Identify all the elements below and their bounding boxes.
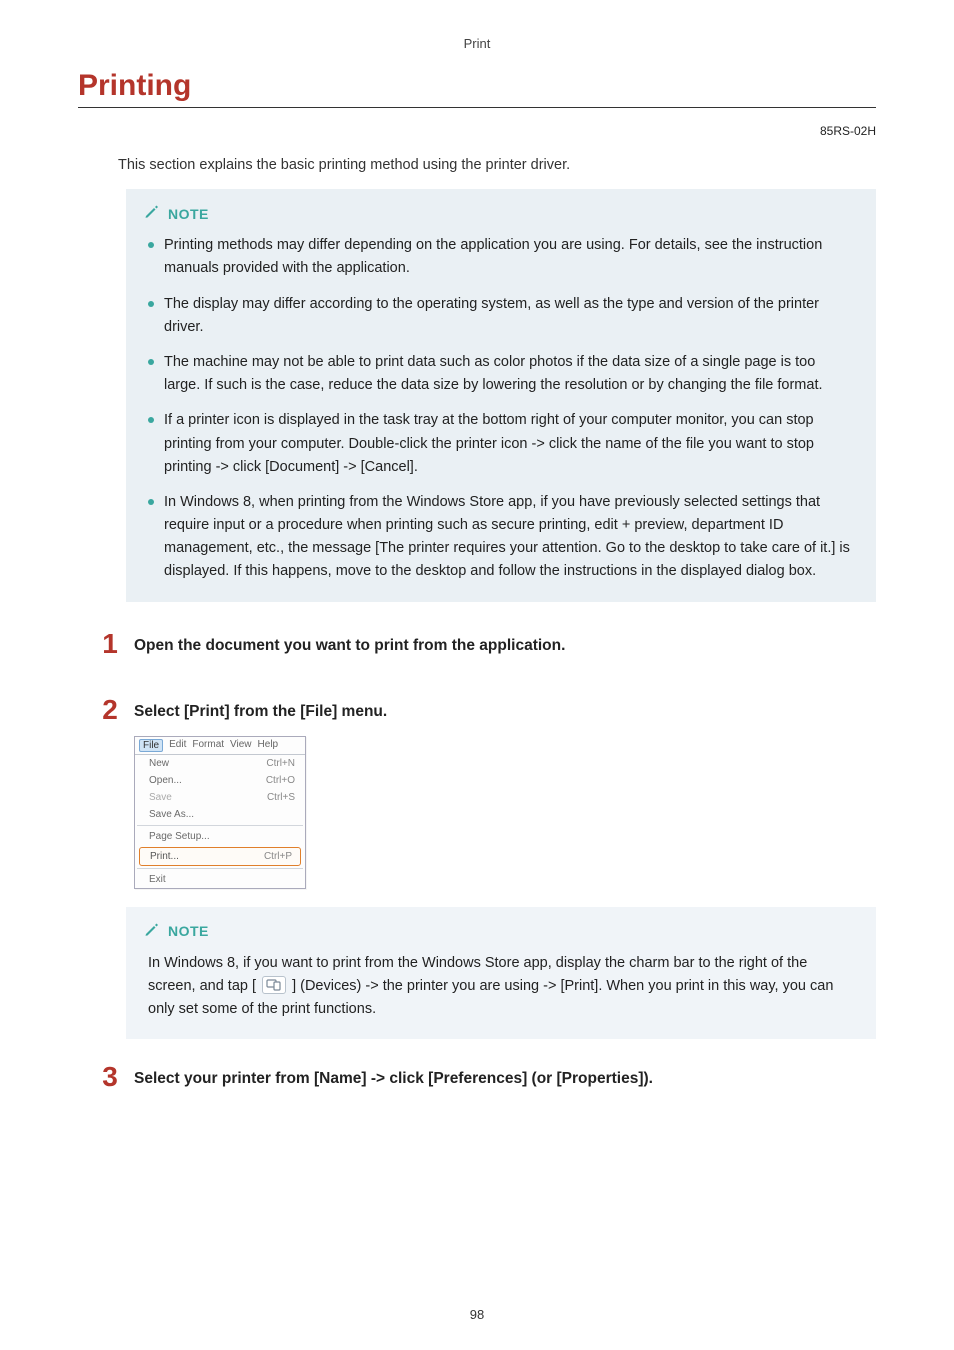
note-label: NOTE bbox=[168, 206, 209, 222]
menu-item-print-highlighted: Print... Ctrl+P bbox=[139, 847, 301, 866]
note-item: In Windows 8, when printing from the Win… bbox=[148, 491, 852, 584]
menu-item-save: Save Ctrl+S bbox=[135, 789, 305, 806]
pencil-icon bbox=[144, 203, 160, 224]
step-text: Open the document you want to print from… bbox=[134, 632, 565, 657]
menu-separator bbox=[137, 868, 303, 869]
devices-icon bbox=[262, 976, 286, 994]
pencil-icon bbox=[144, 921, 160, 942]
breadcrumb: Print bbox=[78, 30, 876, 69]
step-text: Select [Print] from the [File] menu. bbox=[134, 698, 387, 723]
note-item: The display may differ according to the … bbox=[148, 293, 852, 339]
menu-item-pagesetup: Page Setup... bbox=[135, 828, 305, 845]
menu-item-exit: Exit bbox=[135, 871, 305, 888]
menu-item-new: New Ctrl+N bbox=[135, 755, 305, 772]
menu-bar-item: Edit bbox=[169, 739, 186, 752]
note-item: The machine may not be able to print dat… bbox=[148, 351, 852, 397]
menu-item-saveas: Save As... bbox=[135, 806, 305, 823]
page-number: 98 bbox=[0, 1307, 954, 1322]
menu-bar-item: Format bbox=[192, 739, 224, 752]
menu-item-open: Open... Ctrl+O bbox=[135, 772, 305, 789]
step-number: 1 bbox=[98, 630, 122, 658]
note2-body: In Windows 8, if you want to print from … bbox=[144, 952, 858, 1022]
note-box-main: NOTE Printing methods may differ dependi… bbox=[126, 189, 876, 601]
intro-paragraph: This section explains the basic printing… bbox=[118, 154, 876, 177]
menu-bar-item-file: File bbox=[139, 739, 163, 752]
step-text: Select your printer from [Name] -> click… bbox=[134, 1065, 653, 1090]
step-3: 3 Select your printer from [Name] -> cli… bbox=[98, 1065, 876, 1093]
note-label: NOTE bbox=[168, 923, 209, 939]
menu-bar-item: View bbox=[230, 739, 252, 752]
page-title: Printing bbox=[78, 69, 876, 108]
note-box-step2: NOTE In Windows 8, if you want to print … bbox=[126, 907, 876, 1040]
step-number: 2 bbox=[98, 696, 122, 724]
note-item: If a printer icon is displayed in the ta… bbox=[148, 409, 852, 479]
file-menu-screenshot: File Edit Format View Help New Ctrl+N Op… bbox=[134, 736, 306, 889]
step-1: 1 Open the document you want to print fr… bbox=[98, 632, 876, 660]
menu-bar: File Edit Format View Help bbox=[135, 737, 305, 755]
menu-separator bbox=[137, 825, 303, 826]
step-number: 3 bbox=[98, 1063, 122, 1091]
step-2: 2 Select [Print] from the [File] menu. bbox=[98, 698, 876, 726]
note-item: Printing methods may differ depending on… bbox=[148, 234, 852, 280]
menu-bar-item: Help bbox=[258, 739, 279, 752]
document-code: 85RS-02H bbox=[78, 124, 876, 138]
